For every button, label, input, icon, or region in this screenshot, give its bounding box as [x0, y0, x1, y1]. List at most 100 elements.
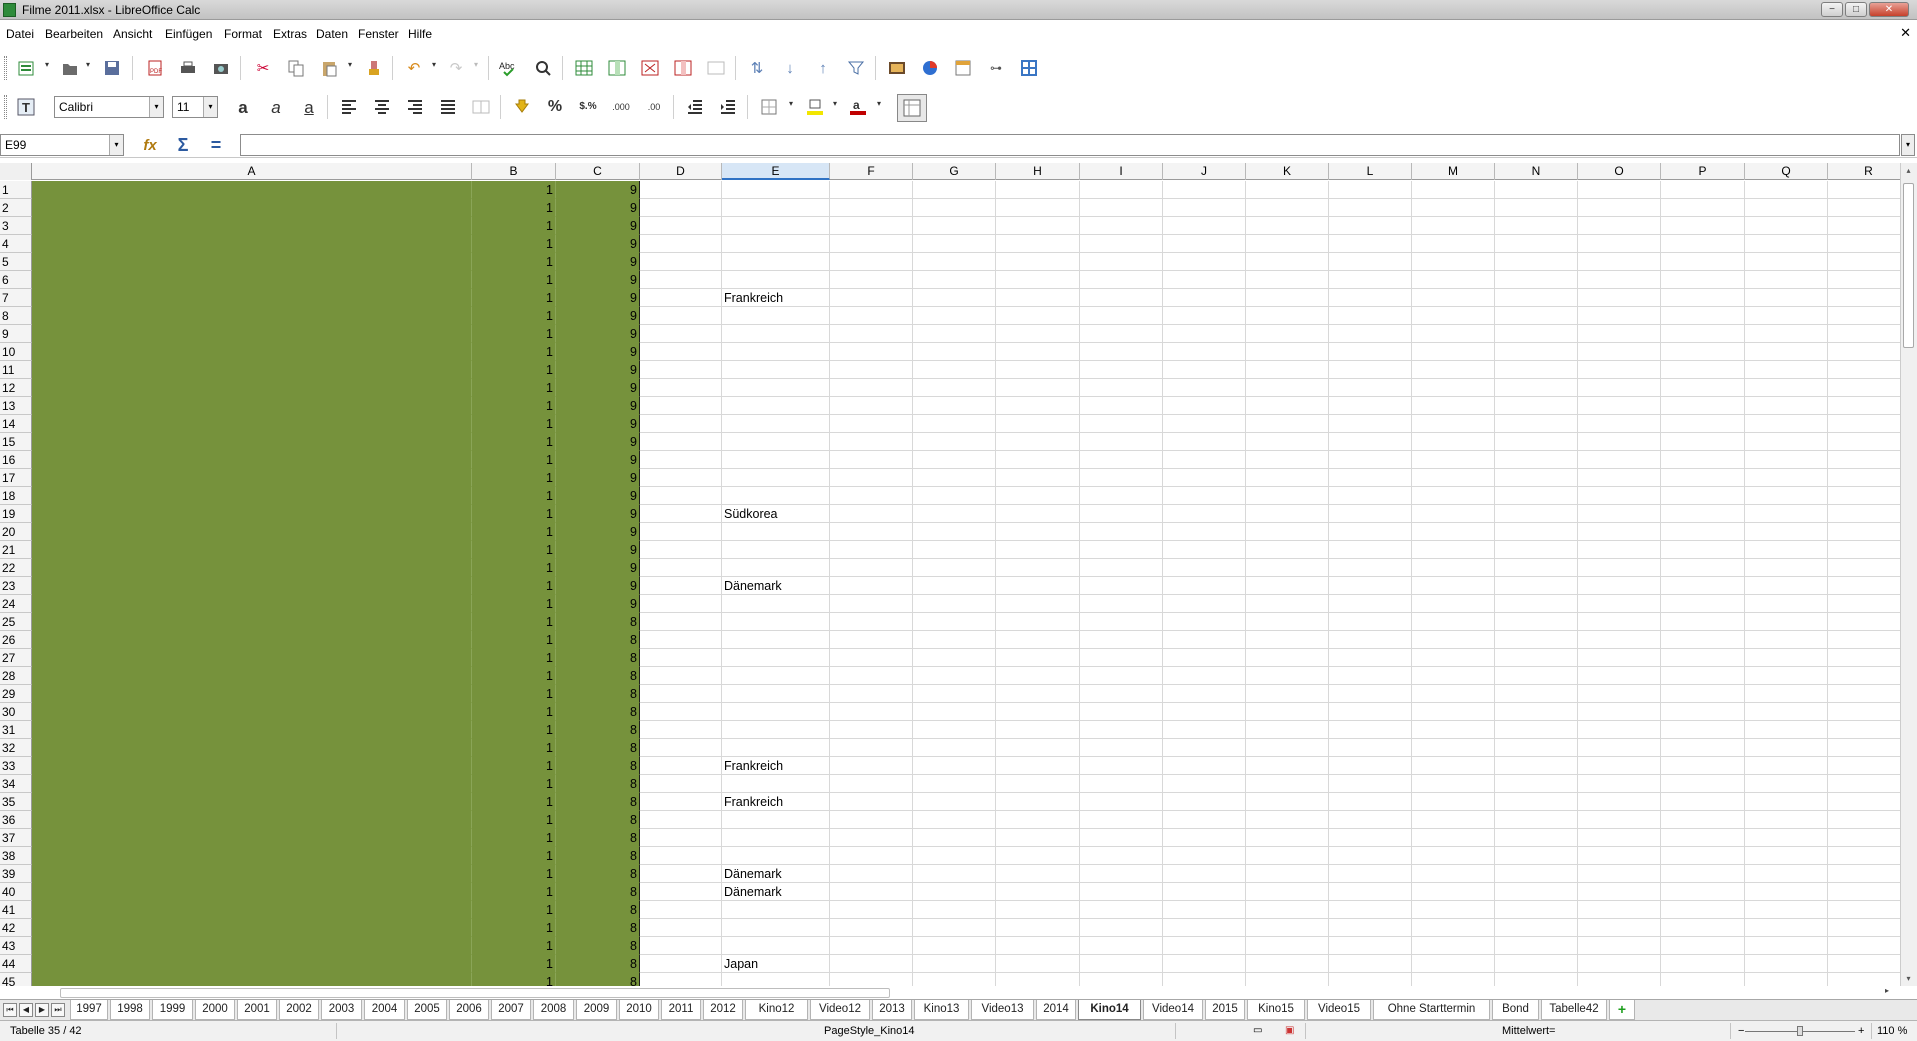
cell-r[interactable] — [1828, 721, 1900, 739]
row-header[interactable]: 42 — [0, 919, 32, 937]
cell-i[interactable] — [1080, 253, 1163, 271]
save-icon[interactable] — [100, 56, 124, 80]
cell-l[interactable] — [1329, 955, 1412, 973]
sheet-tab-bond[interactable]: Bond — [1492, 1000, 1539, 1020]
cell-g[interactable] — [913, 757, 996, 775]
cell-m[interactable] — [1412, 649, 1495, 667]
cell-d[interactable] — [640, 901, 722, 919]
chart-icon[interactable] — [918, 56, 942, 80]
cell-n[interactable] — [1495, 451, 1578, 469]
cell-q[interactable] — [1745, 757, 1828, 775]
cell-j[interactable] — [1163, 235, 1246, 253]
cell-d[interactable] — [640, 433, 722, 451]
cell-l[interactable] — [1329, 235, 1412, 253]
cell-j[interactable] — [1163, 289, 1246, 307]
cell-o[interactable] — [1578, 973, 1661, 986]
cell-a[interactable] — [32, 307, 472, 325]
cell-d[interactable] — [640, 487, 722, 505]
cell-p[interactable] — [1661, 595, 1745, 613]
cell-f[interactable] — [830, 919, 913, 937]
zoom-out-icon[interactable]: − — [1738, 1025, 1744, 1037]
cell-b[interactable]: 1 — [472, 883, 556, 901]
toolbar-grip[interactable] — [4, 56, 7, 80]
cell-l[interactable] — [1329, 577, 1412, 595]
cell-n[interactable] — [1495, 631, 1578, 649]
cell-q[interactable] — [1745, 973, 1828, 986]
cell-h[interactable] — [996, 775, 1080, 793]
cell-q[interactable] — [1745, 541, 1828, 559]
cell-n[interactable] — [1495, 181, 1578, 199]
cell-b[interactable]: 1 — [472, 613, 556, 631]
cell-n[interactable] — [1495, 811, 1578, 829]
cell-n[interactable] — [1495, 883, 1578, 901]
cell-b[interactable]: 1 — [472, 937, 556, 955]
cell-d[interactable] — [640, 883, 722, 901]
cell-o[interactable] — [1578, 937, 1661, 955]
row-header[interactable]: 15 — [0, 433, 32, 451]
cell-a[interactable] — [32, 955, 472, 973]
cell-f[interactable] — [830, 559, 913, 577]
cell-q[interactable] — [1745, 253, 1828, 271]
cell-f[interactable] — [830, 325, 913, 343]
cell-d[interactable] — [640, 865, 722, 883]
row-header[interactable]: 30 — [0, 703, 32, 721]
cell-r[interactable] — [1828, 253, 1900, 271]
cell-g[interactable] — [913, 235, 996, 253]
row-header[interactable]: 14 — [0, 415, 32, 433]
cell-k[interactable] — [1246, 865, 1329, 883]
cell-g[interactable] — [913, 847, 996, 865]
cell-j[interactable] — [1163, 829, 1246, 847]
delete-decimal-icon[interactable]: .00 — [642, 95, 666, 119]
cell-n[interactable] — [1495, 523, 1578, 541]
cell-p[interactable] — [1661, 703, 1745, 721]
function-wizard-icon[interactable]: fx — [138, 133, 162, 157]
column-header-f[interactable]: F — [830, 163, 913, 180]
cell-b[interactable]: 1 — [472, 739, 556, 757]
cell-e[interactable]: Dänemark — [722, 577, 830, 595]
decrease-indent-icon[interactable] — [683, 95, 707, 119]
cell-a[interactable] — [32, 325, 472, 343]
undo-dropdown-icon[interactable]: ▾ — [432, 60, 438, 69]
cell-i[interactable] — [1080, 919, 1163, 937]
cell-p[interactable] — [1661, 505, 1745, 523]
column-header-i[interactable]: I — [1080, 163, 1163, 180]
sheet-tab-2010[interactable]: 2010 — [619, 1000, 659, 1020]
cell-b[interactable]: 1 — [472, 757, 556, 775]
cell-p[interactable] — [1661, 253, 1745, 271]
cell-i[interactable] — [1080, 487, 1163, 505]
cell-c[interactable]: 8 — [556, 973, 640, 986]
cell-p[interactable] — [1661, 937, 1745, 955]
row-header[interactable]: 35 — [0, 793, 32, 811]
cell-f[interactable] — [830, 577, 913, 595]
cell-p[interactable] — [1661, 289, 1745, 307]
cell-l[interactable] — [1329, 559, 1412, 577]
pivot-table-icon[interactable] — [951, 56, 975, 80]
cell-q[interactable] — [1745, 343, 1828, 361]
cell-p[interactable] — [1661, 271, 1745, 289]
cell-n[interactable] — [1495, 541, 1578, 559]
column-header-n[interactable]: N — [1495, 163, 1578, 180]
cell-o[interactable] — [1578, 397, 1661, 415]
cell-r[interactable] — [1828, 775, 1900, 793]
cell-e[interactable] — [722, 775, 830, 793]
cell-d[interactable] — [640, 919, 722, 937]
cell-a[interactable] — [32, 901, 472, 919]
selection-sum[interactable]: Mittelwert= — [1502, 1025, 1556, 1037]
cell-q[interactable] — [1745, 181, 1828, 199]
row-header[interactable]: 16 — [0, 451, 32, 469]
sheet-tab-2007[interactable]: 2007 — [491, 1000, 531, 1020]
cell-b[interactable]: 1 — [472, 217, 556, 235]
cell-p[interactable] — [1661, 901, 1745, 919]
cell-k[interactable] — [1246, 613, 1329, 631]
cell-j[interactable] — [1163, 361, 1246, 379]
cell-h[interactable] — [996, 307, 1080, 325]
font-name-combo[interactable]: Calibri ▾ — [54, 96, 164, 118]
find-replace-icon[interactable] — [531, 56, 555, 80]
menu-ansicht[interactable]: Ansicht — [113, 27, 152, 41]
cell-q[interactable] — [1745, 955, 1828, 973]
cell-d[interactable] — [640, 847, 722, 865]
cell-r[interactable] — [1828, 739, 1900, 757]
justify-icon[interactable] — [436, 95, 460, 119]
row-header[interactable]: 4 — [0, 235, 32, 253]
cell-d[interactable] — [640, 811, 722, 829]
